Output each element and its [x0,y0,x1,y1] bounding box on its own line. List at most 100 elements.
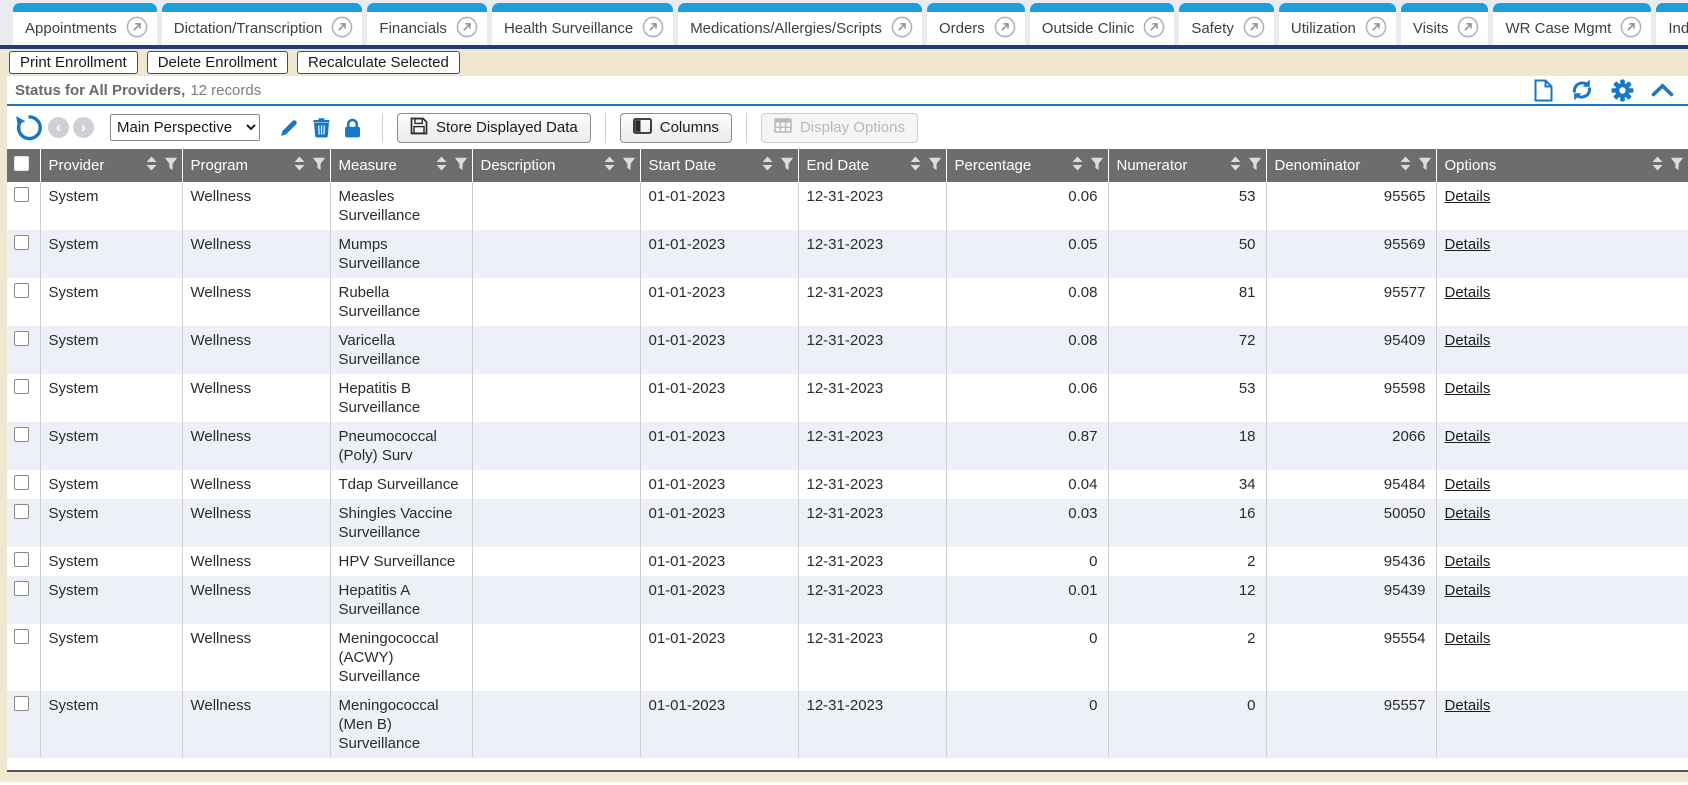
filter-icon[interactable] [622,157,636,175]
sort-icon[interactable] [435,156,448,175]
module-tab[interactable]: Health Surveillance [492,3,673,45]
details-link[interactable]: Details [1445,380,1491,397]
details-link[interactable]: Details [1445,476,1491,493]
row-checkbox[interactable] [14,552,29,567]
column-header[interactable]: Percentage [946,149,1108,182]
details-link[interactable]: Details [1445,332,1491,349]
column-header[interactable]: Provider [40,149,182,182]
nav-back-icon[interactable]: ‹ [48,117,69,138]
tab-accent-cap [678,3,922,12]
refresh-icon[interactable] [1570,79,1594,101]
module-tab[interactable]: Financials [367,3,487,45]
module-tab[interactable]: Medications/Allergies/Scripts [678,3,922,45]
filter-icon[interactable] [780,157,794,175]
external-link-icon[interactable] [891,16,913,42]
module-tab[interactable]: Dictation/Transcription [162,3,363,45]
nav-forward-icon[interactable]: › [73,117,94,138]
columns-button[interactable]: Columns [620,113,732,143]
external-link-icon[interactable] [1243,16,1265,42]
row-checkbox[interactable] [14,504,29,519]
sort-icon[interactable] [761,156,774,175]
external-link-icon[interactable] [994,16,1016,42]
filter-icon[interactable] [1418,157,1432,175]
external-link-icon[interactable] [456,16,478,42]
row-checkbox[interactable] [14,235,29,250]
provider-cell: System [40,499,182,547]
column-header-label: Options [1445,157,1647,174]
options-cell: Details [1436,278,1688,326]
sort-icon[interactable] [293,156,306,175]
filter-icon[interactable] [164,157,178,175]
module-tab[interactable]: Appointments [13,3,157,45]
sort-icon[interactable] [1651,156,1664,175]
filter-icon[interactable] [454,157,468,175]
module-tab[interactable]: Utilization [1279,3,1396,45]
row-checkbox[interactable] [14,696,29,711]
details-link[interactable]: Details [1445,697,1491,714]
module-tab[interactable]: WR Case Mgmt [1493,3,1651,45]
module-tab[interactable]: Safety [1179,3,1274,45]
details-link[interactable]: Details [1445,236,1491,253]
sort-icon[interactable] [1229,156,1242,175]
filter-icon[interactable] [928,157,942,175]
sort-icon[interactable] [603,156,616,175]
details-link[interactable]: Details [1445,630,1491,647]
filter-icon[interactable] [312,157,326,175]
filter-icon[interactable] [1090,157,1104,175]
lock-icon[interactable] [344,118,361,138]
print-enrollment-button[interactable]: Print Enrollment [9,51,138,74]
module-tab[interactable]: Visits [1401,3,1489,45]
external-link-icon[interactable] [642,16,664,42]
row-checkbox[interactable] [14,331,29,346]
external-link-icon[interactable] [331,16,353,42]
details-link[interactable]: Details [1445,505,1491,522]
description-cell [472,547,640,576]
select-all-checkbox[interactable] [14,156,29,171]
column-header[interactable]: End Date [798,149,946,182]
external-link-icon[interactable] [126,16,148,42]
column-header[interactable]: Denominator [1266,149,1436,182]
row-checkbox[interactable] [14,475,29,490]
details-link[interactable]: Details [1445,553,1491,570]
store-displayed-data-button[interactable]: Store Displayed Data [397,113,591,143]
recalculate-selected-button[interactable]: Recalculate Selected [297,51,460,74]
column-header[interactable]: Measure [330,149,472,182]
delete-trash-icon[interactable] [313,118,330,138]
sort-icon[interactable] [1071,156,1084,175]
new-document-icon[interactable] [1534,79,1553,102]
external-link-icon[interactable] [1143,16,1165,42]
row-checkbox[interactable] [14,283,29,298]
module-tab[interactable]: Outside Clinic [1030,3,1175,45]
column-header[interactable]: Description [472,149,640,182]
sort-icon[interactable] [909,156,922,175]
column-header[interactable]: Numerator [1108,149,1266,182]
perspective-select[interactable]: Main Perspective [110,114,260,141]
details-link[interactable]: Details [1445,284,1491,301]
column-header[interactable]: Start Date [640,149,798,182]
collapse-chevron-up-icon[interactable] [1651,83,1674,97]
gear-icon[interactable] [1611,79,1634,102]
external-link-icon[interactable] [1620,16,1642,42]
filter-icon[interactable] [1670,157,1684,175]
details-link[interactable]: Details [1445,582,1491,599]
delete-enrollment-button[interactable]: Delete Enrollment [147,51,288,74]
row-checkbox[interactable] [14,187,29,202]
module-tab[interactable]: Orders [927,3,1025,45]
column-header[interactable]: Options [1436,149,1688,182]
row-checkbox[interactable] [14,379,29,394]
edit-pencil-icon[interactable] [279,118,299,138]
display-options-button[interactable]: Display Options [761,113,918,143]
sort-icon[interactable] [1399,156,1412,175]
external-link-icon[interactable] [1457,16,1479,42]
filter-icon[interactable] [1248,157,1262,175]
module-tab[interactable]: Industrial Hygiene [1656,3,1688,45]
undo-icon[interactable] [15,114,42,141]
row-checkbox[interactable] [14,581,29,596]
column-header[interactable]: Program [182,149,330,182]
details-link[interactable]: Details [1445,428,1491,445]
details-link[interactable]: Details [1445,188,1491,205]
row-checkbox[interactable] [14,629,29,644]
row-checkbox[interactable] [14,427,29,442]
sort-icon[interactable] [145,156,158,175]
external-link-icon[interactable] [1365,16,1387,42]
